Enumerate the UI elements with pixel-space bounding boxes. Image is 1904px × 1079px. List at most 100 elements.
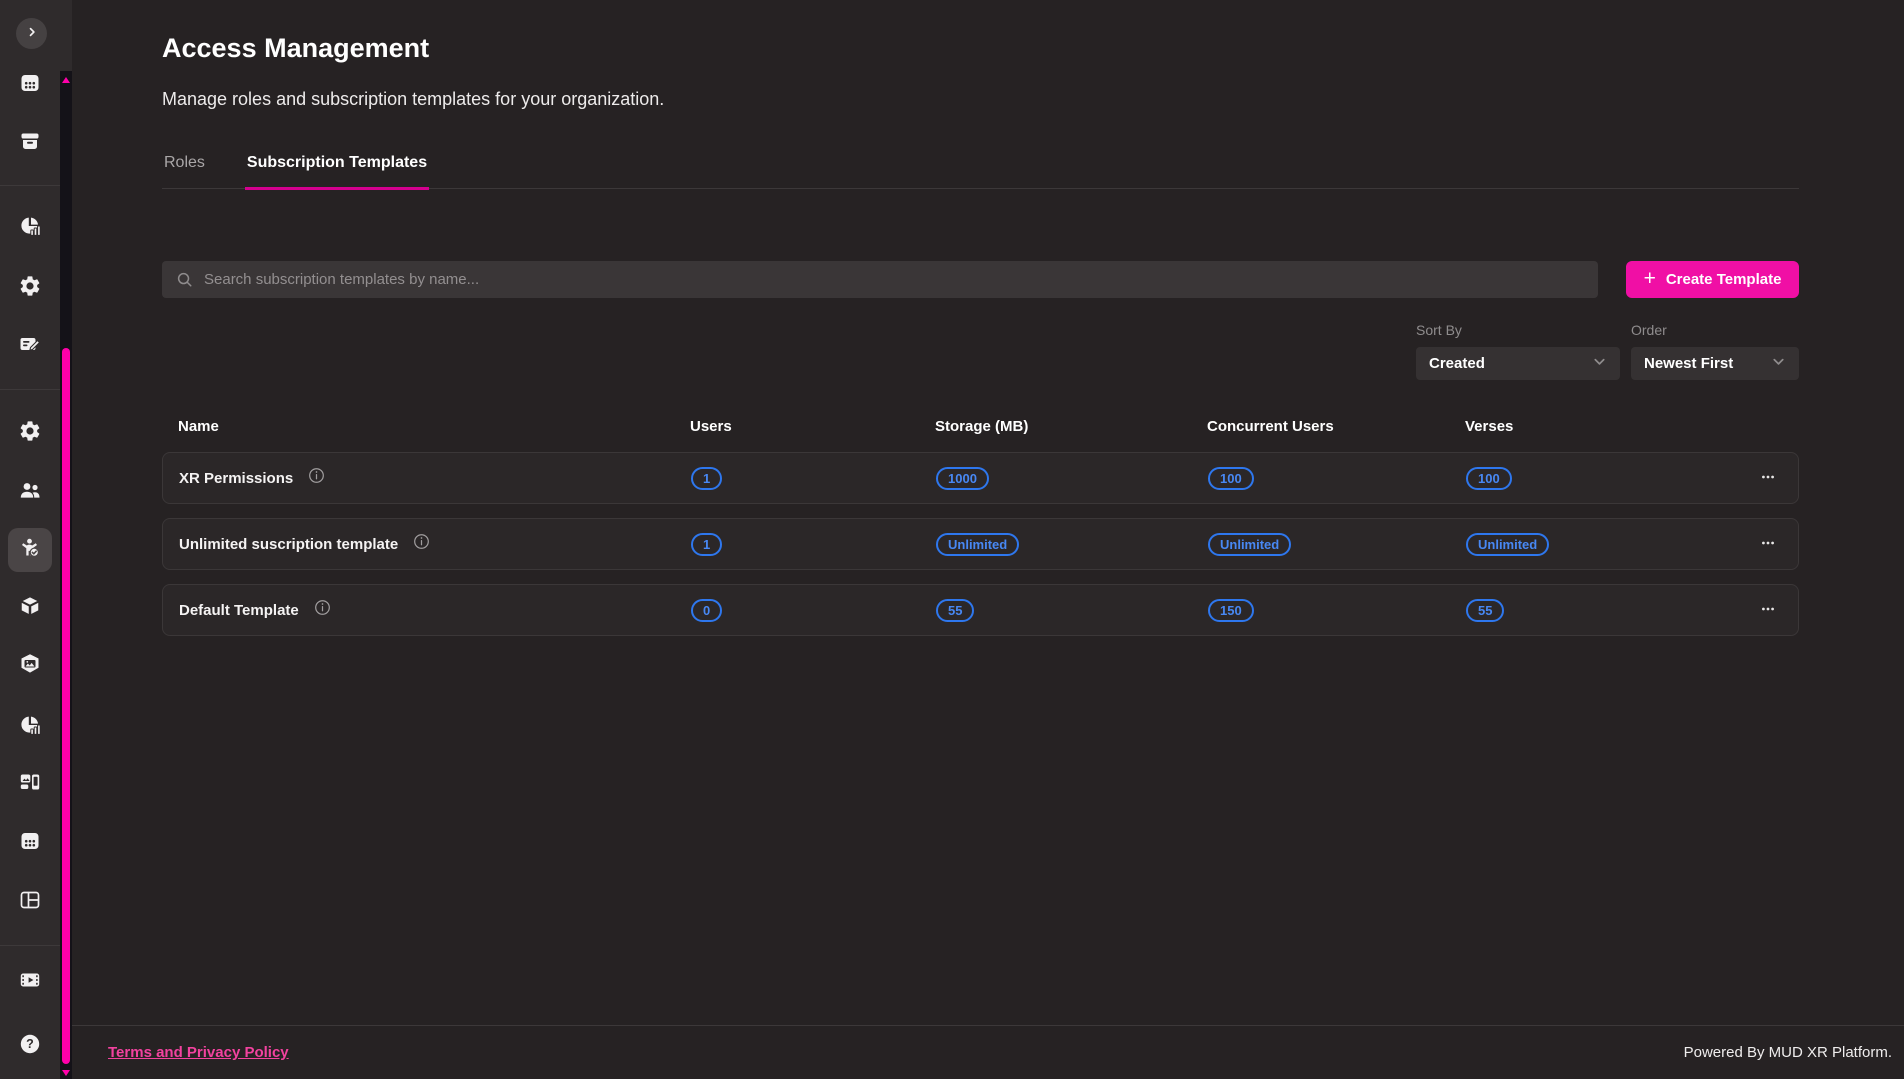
sidebar-item-analytics[interactable] (8, 206, 52, 250)
main-content: Access Management Manage roles and subsc… (72, 0, 1904, 1025)
row-more-menu-button[interactable] (1754, 530, 1782, 558)
column-header: Storage (MB) (935, 418, 1207, 435)
plus-icon: + (1644, 268, 1656, 289)
verses-badge: 100 (1466, 467, 1512, 490)
concurrent-users-badge: 150 (1208, 599, 1254, 622)
column-header: Name (178, 418, 690, 435)
scroll-down-arrow-icon[interactable] (62, 1070, 70, 1076)
sidebar-item-layout[interactable] (8, 880, 52, 924)
card-edit-icon (18, 332, 42, 361)
scrollbar-thumb[interactable] (62, 348, 70, 1064)
sidebar-divider (0, 389, 60, 390)
verses-badge: Unlimited (1466, 533, 1549, 556)
help-icon: ? (18, 1032, 42, 1061)
concurrent-users-badge: Unlimited (1208, 533, 1291, 556)
member-check-icon (18, 536, 42, 565)
template-table: XR Permissions 1 1000 100 100 Unlimited … (162, 452, 1799, 636)
analytics-pie-icon (18, 214, 42, 243)
calendar-icon (18, 71, 42, 100)
sidebar-expand-button[interactable] (16, 18, 47, 49)
storage-badge: 1000 (936, 467, 989, 490)
sidebar-item-video[interactable] (8, 960, 52, 1004)
ellipsis-icon (1757, 532, 1779, 557)
sort-by-value: Created (1429, 355, 1485, 372)
create-template-button[interactable]: + Create Template (1626, 261, 1799, 298)
users-badge: 0 (691, 599, 722, 622)
sidebar-item-scenes[interactable] (8, 644, 52, 688)
asset-cube-icon (18, 594, 42, 623)
sidebar-divider (0, 945, 60, 946)
info-icon[interactable] (413, 533, 430, 555)
order-group: Order Newest First (1631, 322, 1799, 380)
sort-by-group: Sort By Created (1416, 322, 1620, 380)
analytics-pie-icon (18, 713, 42, 742)
ellipsis-icon (1757, 598, 1779, 623)
sort-by-label: Sort By (1416, 322, 1620, 338)
column-header: Users (690, 418, 935, 435)
sidebar-header (0, 0, 72, 71)
filters: Sort By Created Order Newest First (162, 322, 1799, 380)
search-input[interactable] (162, 261, 1598, 298)
sidebar-item-reports[interactable] (8, 705, 52, 749)
template-name: Default Template (179, 602, 299, 619)
sidebar: ? (0, 0, 60, 1079)
sidebar-item-media[interactable] (8, 762, 52, 806)
info-icon[interactable] (314, 599, 331, 621)
sidebar-item-assets[interactable] (8, 586, 52, 630)
toolbar: + Create Template (162, 261, 1799, 298)
footer: Terms and Privacy Policy Powered By MUD … (72, 1025, 1904, 1079)
sidebar-item-settings[interactable] (8, 266, 52, 310)
template-name: Unlimited suscription template (179, 536, 398, 553)
table-row[interactable]: Unlimited suscription template 1 Unlimit… (162, 518, 1799, 570)
video-icon (18, 968, 42, 997)
table-header: NameUsersStorage (MB)Concurrent UsersVer… (162, 418, 1799, 435)
table-row[interactable]: XR Permissions 1 1000 100 100 (162, 452, 1799, 504)
search-bar (162, 261, 1598, 298)
settings-gear-icon (18, 274, 42, 303)
powered-by-text: Powered By MUD XR Platform. (1684, 1044, 1892, 1061)
sidebar-item-schedule[interactable] (8, 821, 52, 865)
table-row[interactable]: Default Template 0 55 150 55 (162, 584, 1799, 636)
scroll-up-arrow-icon[interactable] (62, 77, 70, 83)
row-more-menu-button[interactable] (1754, 464, 1782, 492)
ellipsis-icon (1757, 466, 1779, 491)
page-subtitle: Manage roles and subscription templates … (162, 89, 1799, 110)
sidebar-item-card-edit[interactable] (8, 324, 52, 368)
svg-text:?: ? (26, 1037, 34, 1051)
tab-bar: Roles Subscription Templates (162, 154, 1799, 189)
sidebar-item-access-management[interactable] (8, 528, 52, 572)
chevron-down-icon (1592, 354, 1607, 374)
layout-icon (18, 888, 42, 917)
scene-box-icon (18, 652, 42, 681)
row-more-menu-button[interactable] (1754, 596, 1782, 624)
users-badge: 1 (691, 533, 722, 556)
sort-by-select[interactable]: Created (1416, 347, 1620, 380)
media-devices-icon (18, 770, 42, 799)
sidebar-item-org-settings[interactable] (8, 411, 52, 455)
tab-roles[interactable]: Roles (162, 154, 207, 188)
archive-icon (18, 129, 42, 158)
column-header: Verses (1465, 418, 1743, 435)
chevron-down-icon (1771, 354, 1786, 374)
terms-privacy-link[interactable]: Terms and Privacy Policy (108, 1044, 289, 1061)
storage-badge: Unlimited (936, 533, 1019, 556)
order-select[interactable]: Newest First (1631, 347, 1799, 380)
calendar-icon (18, 829, 42, 858)
sidebar-divider (0, 185, 60, 186)
storage-badge: 55 (936, 599, 974, 622)
sidebar-scrollbar[interactable] (60, 71, 72, 1079)
settings-gear-icon (18, 419, 42, 448)
template-name: XR Permissions (179, 470, 293, 487)
create-template-label: Create Template (1666, 271, 1782, 288)
order-label: Order (1631, 322, 1799, 338)
sidebar-item-users[interactable] (8, 470, 52, 514)
column-header: Concurrent Users (1207, 418, 1465, 435)
order-value: Newest First (1644, 355, 1733, 372)
verses-badge: 55 (1466, 599, 1504, 622)
info-icon[interactable] (308, 467, 325, 489)
concurrent-users-badge: 100 (1208, 467, 1254, 490)
sidebar-item-help[interactable]: ? (8, 1024, 52, 1068)
sidebar-item-archive[interactable] (8, 121, 52, 165)
tab-subscription-templates[interactable]: Subscription Templates (245, 154, 429, 190)
chevron-right-icon (23, 23, 41, 44)
